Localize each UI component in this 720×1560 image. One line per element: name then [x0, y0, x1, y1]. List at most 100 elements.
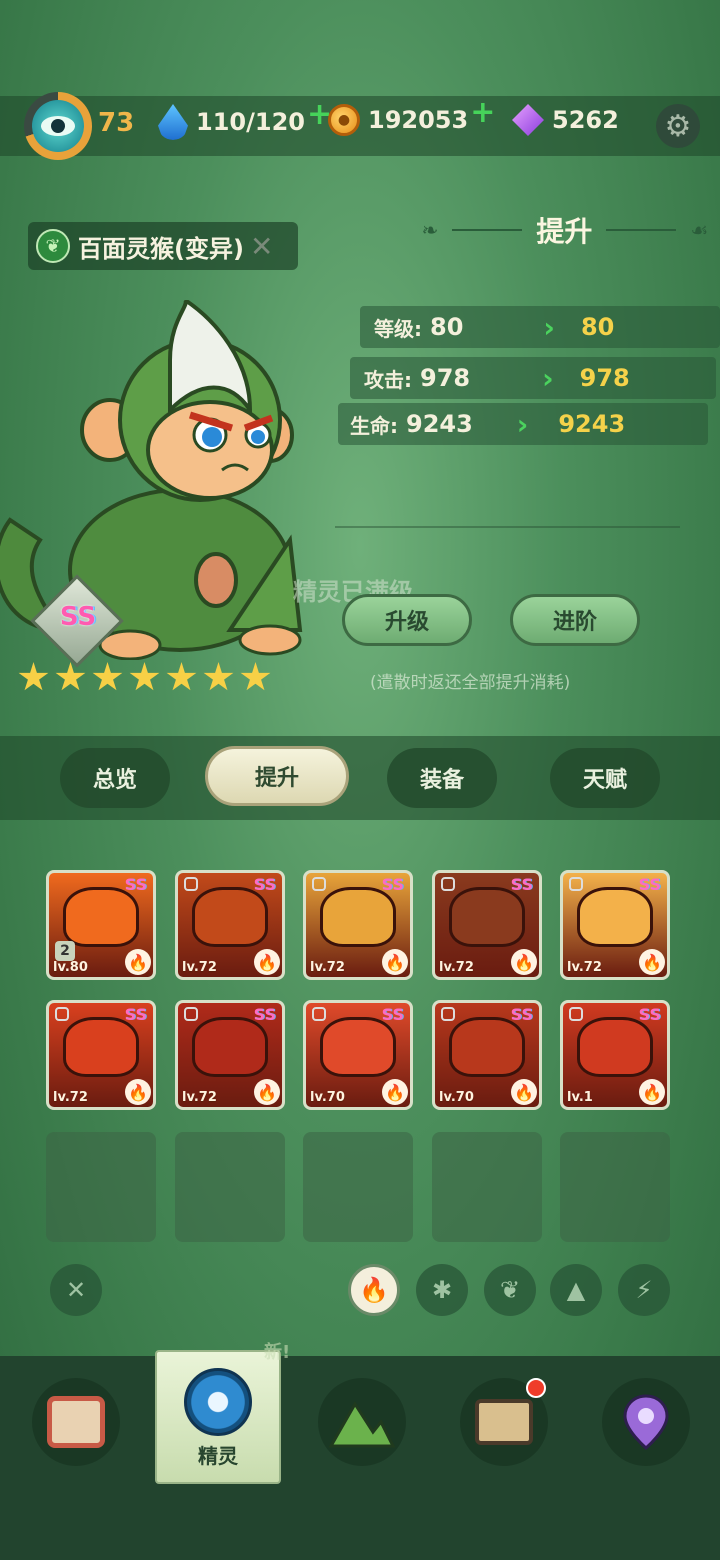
fire-icon: 🔥 [639, 1079, 665, 1105]
gems-display: 5262 [512, 104, 619, 136]
pet-card[interactable]: SS lv.72 🔥 [175, 1000, 285, 1110]
pet-card[interactable]: SS 2 lv.80 🔥 [46, 870, 156, 980]
rock-icon[interactable]: ▲ [550, 1264, 602, 1316]
lock-icon [441, 877, 455, 891]
empty-slot [46, 1132, 156, 1242]
gems-value: 5262 [552, 106, 619, 134]
stat-row-attack: 攻击: 978 › 978 [350, 357, 716, 399]
lock-icon [441, 1007, 455, 1021]
pet-portrait [449, 1017, 525, 1077]
pet-name: 百面灵猴(变异) [78, 234, 244, 263]
stamina-display[interactable]: 110/120 + [158, 97, 332, 140]
coins-value: 192053 [368, 106, 469, 134]
fire-icon: 🔥 [511, 949, 537, 975]
fire-icon: 🔥 [254, 949, 280, 975]
empty-slot [560, 1132, 670, 1242]
pet-card[interactable]: SS lv.70 🔥 [303, 1000, 413, 1110]
pet-portrait [63, 887, 139, 947]
lock-icon [55, 1007, 69, 1021]
tab-overview[interactable]: 总览 [60, 748, 170, 808]
pet-portrait [449, 887, 525, 947]
grade-label: SS [510, 1005, 533, 1024]
upgrade-button[interactable]: 升级 [342, 594, 472, 646]
empty-slot [432, 1132, 542, 1242]
gear-icon[interactable]: ⚙ [656, 104, 700, 148]
arrow-right-icon: › [516, 407, 529, 441]
arrow-right-icon: › [542, 361, 554, 395]
pet-portrait [577, 887, 653, 947]
panel-title-text: 提升 [536, 215, 593, 248]
fire-icon: 🔥 [125, 1079, 151, 1105]
ornament-left-icon: ❧ [421, 218, 439, 242]
arrow-right-icon: › [543, 310, 555, 344]
close-icon[interactable]: ✕ [50, 1264, 102, 1316]
add-coins-icon[interactable]: + [470, 95, 495, 130]
new-tag: 新! [264, 1342, 291, 1363]
advance-button[interactable]: 进阶 [510, 594, 640, 646]
pet-portrait [320, 887, 396, 947]
pet-card[interactable]: SS lv.72 🔥 [432, 870, 542, 980]
pet-card[interactable]: SS lv.72 🔥 [46, 1000, 156, 1110]
pet-card[interactable]: SS lv.70 🔥 [432, 1000, 542, 1110]
tab-upgrade[interactable]: 提升 [205, 746, 349, 806]
fire-icon: 🔥 [382, 1079, 408, 1105]
stat-row-health: 生命: 9243 › 9243 [338, 403, 708, 445]
pet-level: lv.72 [182, 960, 217, 975]
coins-display[interactable]: ● 192053 + [328, 95, 495, 136]
grade-label: SS [253, 875, 276, 894]
pet-level: lv.70 [439, 1090, 474, 1105]
lock-icon [569, 1007, 583, 1021]
mutation-mark-icon: ✕ [249, 229, 274, 263]
pet-portrait [320, 1017, 396, 1077]
grade-label: SS [124, 875, 147, 894]
panel-divider [335, 526, 680, 528]
lock-icon [184, 877, 198, 891]
paw-coin-icon: ● [328, 104, 360, 136]
mountain-icon[interactable] [318, 1378, 406, 1466]
star-icon [240, 662, 271, 691]
monitor-icon[interactable] [32, 1378, 120, 1466]
tab-talent[interactable]: 天赋 [550, 748, 660, 808]
lightning-icon[interactable]: ⚡ [618, 1264, 670, 1316]
upgrade-panel-title: ❧ 提升 ☙ [420, 208, 710, 252]
pet-level: lv.72 [53, 1090, 88, 1105]
pet-level: lv.80 [53, 960, 88, 975]
eye-avatar-icon [41, 116, 75, 136]
empty-slot [303, 1132, 413, 1242]
lock-icon [312, 877, 326, 891]
ornament-right-icon: ☙ [690, 218, 709, 242]
pet-card[interactable]: SS lv.72 🔥 [303, 870, 413, 980]
grade-label: SS [381, 1005, 404, 1024]
star-icon [18, 662, 49, 691]
grade-text: SS [59, 602, 97, 632]
pet-level: lv.72 [567, 960, 602, 975]
pet-card[interactable]: SS lv.72 🔥 [560, 870, 670, 980]
pet-portrait [192, 887, 268, 947]
dismiss-refund-note: (遣散时返还全部提升消耗) [370, 673, 571, 693]
star-icon [55, 662, 86, 691]
water-drop-icon [158, 104, 188, 140]
grade-label: SS [253, 1005, 276, 1024]
grade-label: SS [124, 1005, 147, 1024]
star-icon [92, 662, 123, 691]
fire-icon[interactable]: 🔥 [348, 1264, 400, 1316]
pet-card[interactable]: SS lv.72 🔥 [175, 870, 285, 980]
empty-slot [175, 1132, 285, 1242]
map-pin-icon[interactable] [602, 1378, 690, 1466]
wind-icon[interactable]: ✱ [416, 1264, 468, 1316]
pet-card[interactable]: SS lv.1 🔥 [560, 1000, 670, 1110]
star-icon [166, 662, 197, 691]
notification-dot [526, 1378, 546, 1398]
leaf-icon[interactable]: ❦ [484, 1264, 536, 1316]
nav-label-spirit: 精灵 [198, 1444, 238, 1468]
pet-name-plate: ❦ 百面灵猴(变异) ✕ [28, 222, 298, 270]
stamina-value: 110/120 [196, 108, 305, 136]
player-avatar[interactable] [24, 92, 92, 160]
tab-equipment[interactable]: 装备 [387, 748, 497, 808]
pet-level: lv.72 [439, 960, 474, 975]
lock-icon [569, 877, 583, 891]
spirit-icon[interactable] [184, 1368, 252, 1436]
grade-label: SS [638, 1005, 661, 1024]
grade-label: SS [638, 875, 661, 894]
pet-portrait [63, 1017, 139, 1077]
